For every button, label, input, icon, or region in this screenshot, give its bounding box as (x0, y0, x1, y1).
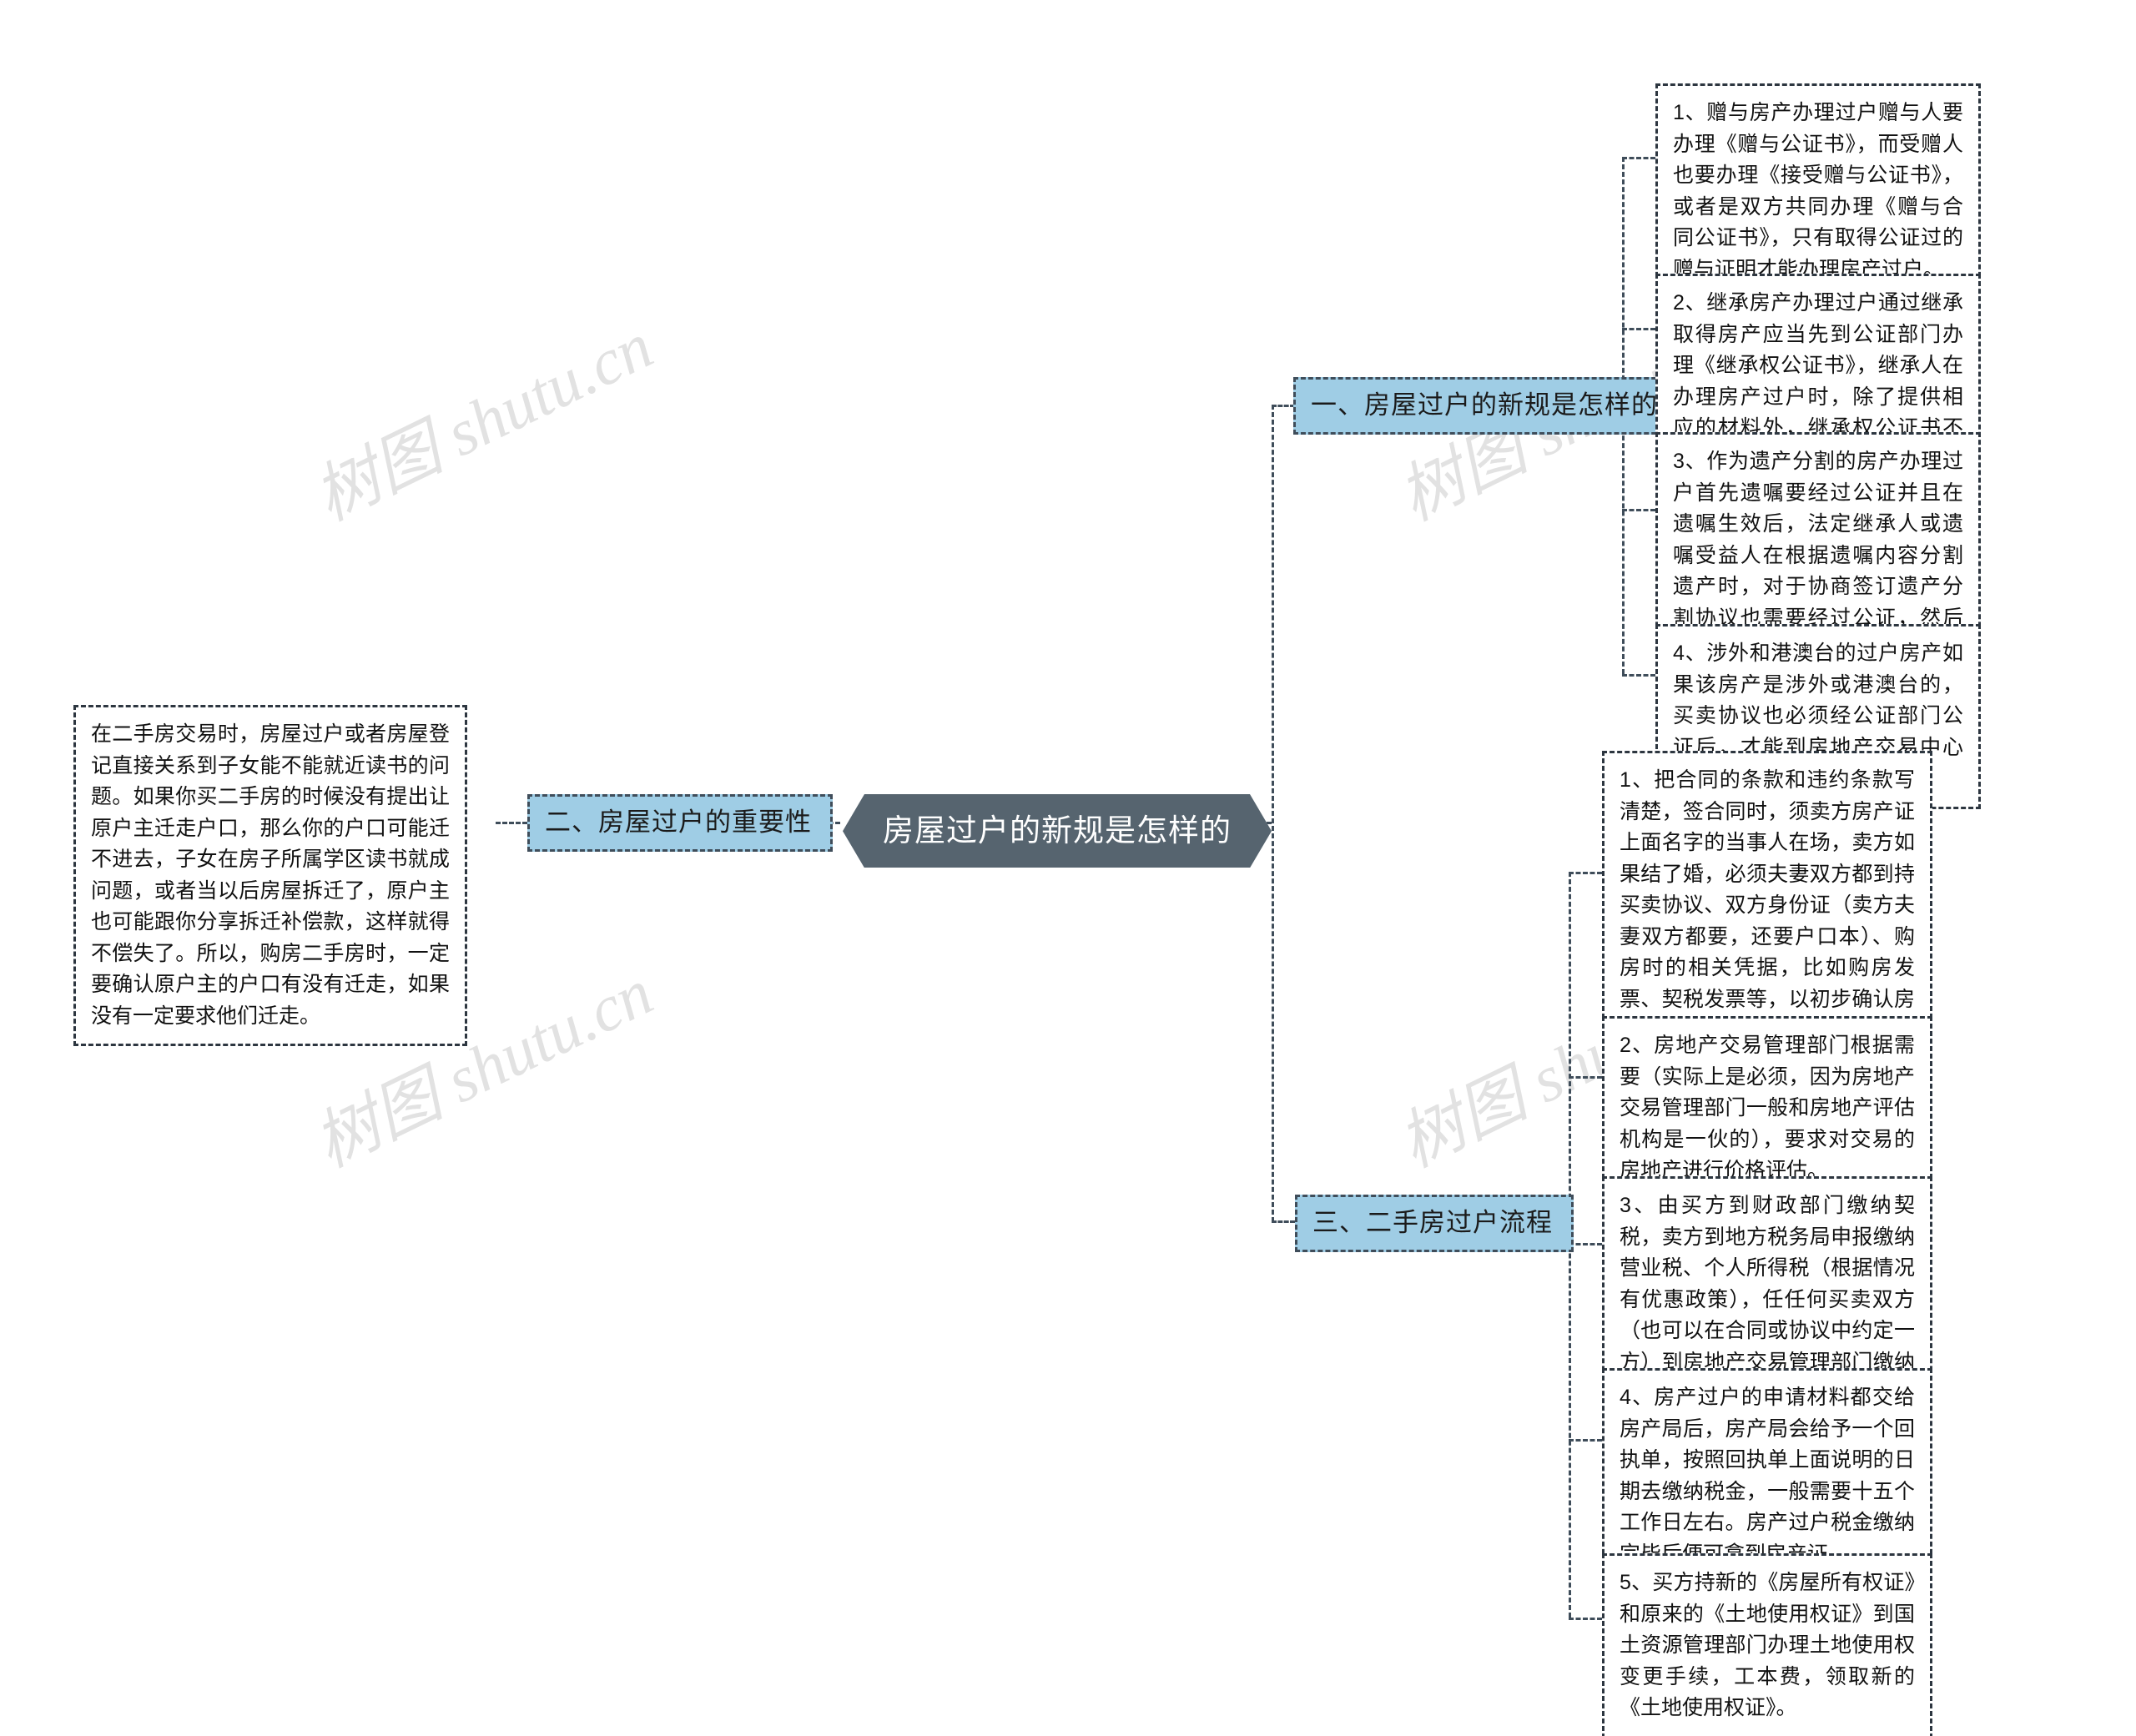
connector-branch-3 (1272, 1220, 1295, 1223)
mindmap-canvas: 树图 shutu.cn 树图 shutu.cn 树图 shutu.cn 树图 s… (0, 0, 2136, 1736)
connector-branch-2-leaf (496, 822, 527, 824)
connector-b1-leaf-3 (1622, 509, 1655, 511)
leaf-text: 4、房产过户的申请材料都交给房产局后，房产局会给予一个回执单，按照回执单上面说明… (1620, 1386, 1915, 1566)
branch-node-3[interactable]: 三、二手房过户流程 (1295, 1195, 1574, 1252)
connector-b1-leaf-2 (1622, 328, 1655, 330)
connector-b1-leaf-1 (1622, 157, 1655, 159)
connector-b3-leaf-2 (1569, 1076, 1602, 1079)
leaf-text: 2、房地产交易管理部门根据需要（实际上是必须，因为房地产交易管理部门一般和房地产… (1620, 1034, 1915, 1182)
connector-right-spine (1272, 405, 1274, 1222)
connector-b3-leaf-1 (1569, 872, 1602, 874)
leaf-text: 5、买方持新的《房屋所有权证》和原来的《土地使用权证》到国土资源管理部门办理土地… (1620, 1571, 1915, 1719)
branch-node-1[interactable]: 一、房屋过户的新规是怎样的 (1293, 377, 1679, 435)
connector-b3-leaf-3 (1569, 1243, 1602, 1245)
connector-branch-1 (1272, 405, 1295, 407)
connector-b1-leaf-4 (1622, 674, 1655, 677)
connector-b3-leaf-4 (1569, 1439, 1602, 1442)
leaf-text: 1、赠与房产办理过户赠与人要办理《赠与公证书》，而受赠人也要办理《接受赠与公证书… (1673, 101, 1963, 281)
leaf-text: 在二手房交易时，房屋过户或者房屋登记直接关系到子女能不能就近读书的问题。如果你买… (91, 722, 450, 1028)
leaf-node-b3-4[interactable]: 4、房产过户的申请材料都交给房产局后，房产局会给予一个回执单，按照回执单上面说明… (1602, 1368, 1932, 1584)
branch-node-2[interactable]: 二、房屋过户的重要性 (527, 794, 833, 852)
connector-b3-leaf-5 (1569, 1618, 1602, 1620)
watermark: 树图 shutu.cn (303, 309, 663, 535)
root-node[interactable]: 房屋过户的新规是怎样的 (843, 794, 1272, 868)
leaf-node-b3-5[interactable]: 5、买方持新的《房屋所有权证》和原来的《土地使用权证》到国土资源管理部门办理土地… (1602, 1553, 1932, 1736)
leaf-node-b2-1[interactable]: 在二手房交易时，房屋过户或者房屋登记直接关系到子女能不能就近读书的问题。如果你买… (73, 705, 467, 1046)
leaf-node-b1-1[interactable]: 1、赠与房产办理过户赠与人要办理《赠与公证书》，而受赠人也要办理《接受赠与公证书… (1655, 83, 1981, 299)
leaf-node-b3-2[interactable]: 2、房地产交易管理部门根据需要（实际上是必须，因为房地产交易管理部门一般和房地产… (1602, 1016, 1932, 1201)
